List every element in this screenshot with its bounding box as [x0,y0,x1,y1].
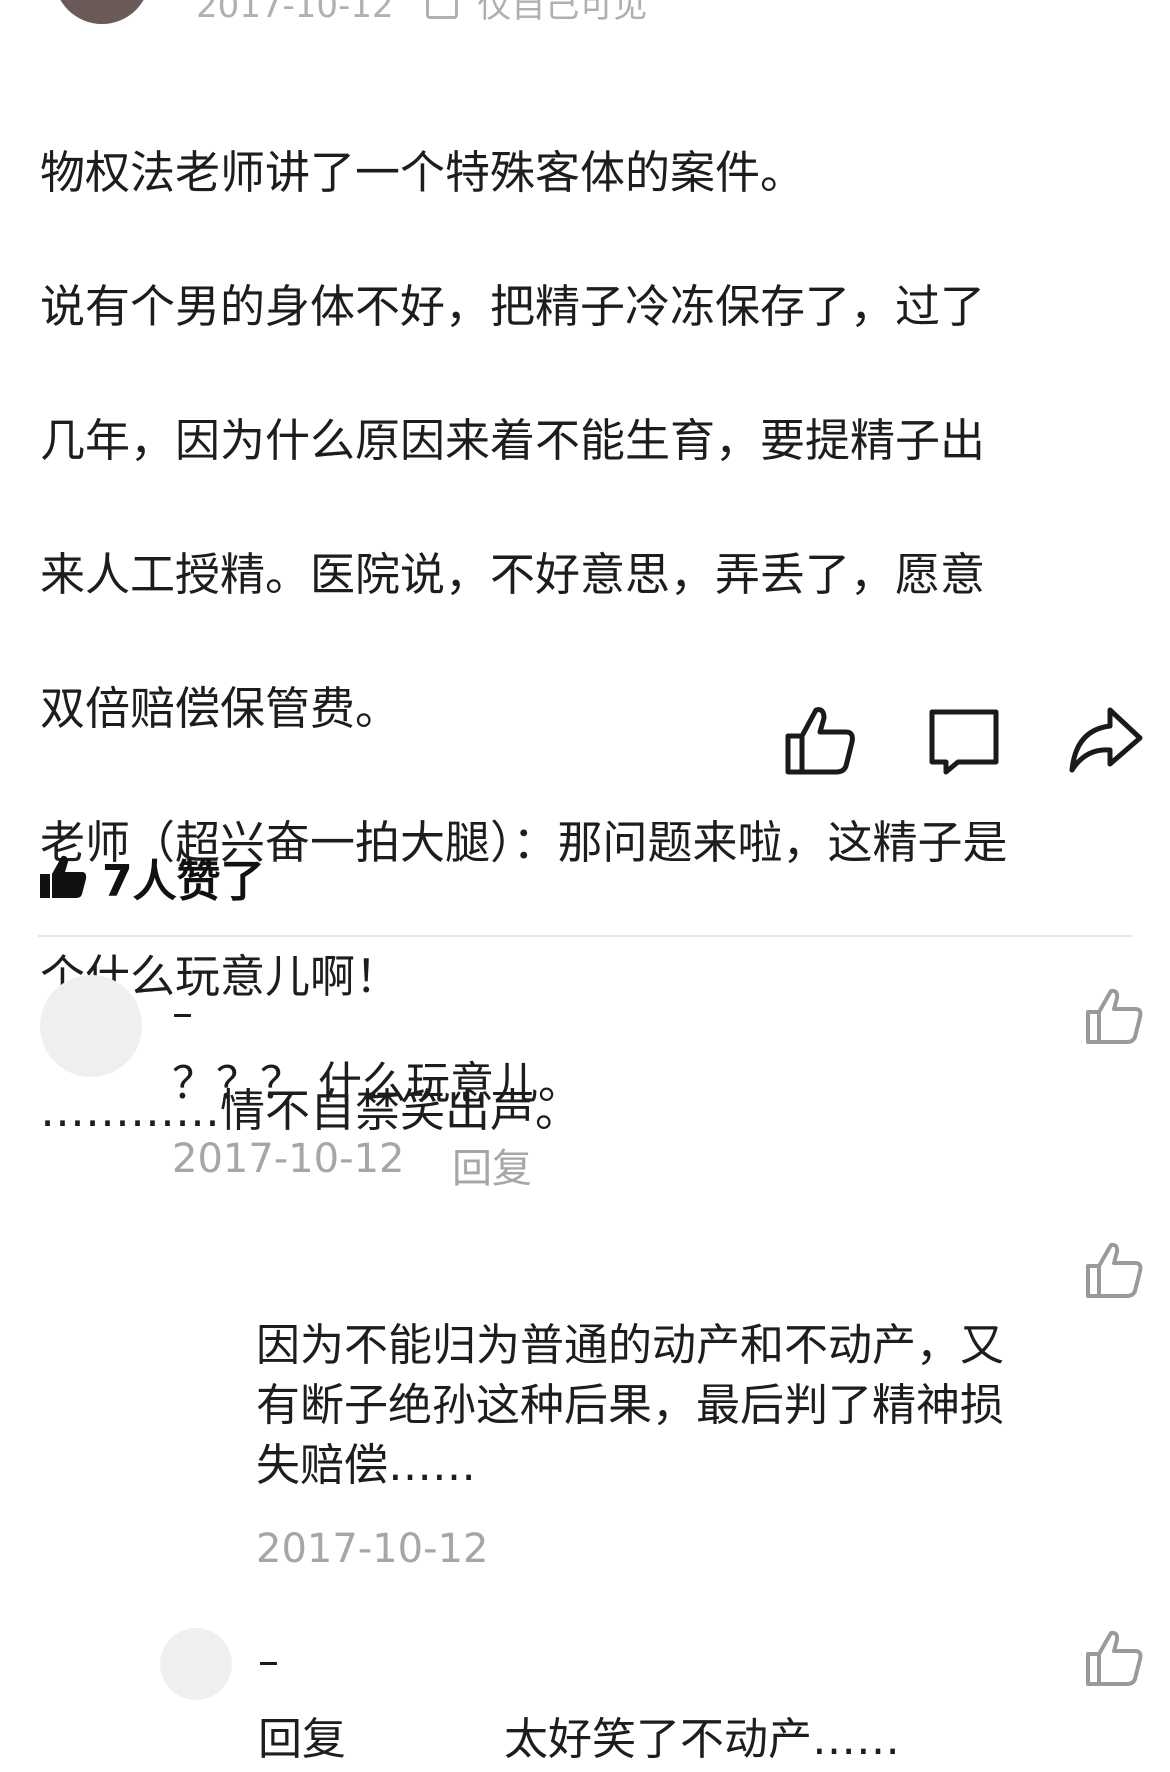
likes-count: 7人赞了 [102,856,265,907]
thumbs-up-filled-icon [38,852,88,902]
post-line: 几年，因为什么原因来着不能生育，要提精子出 [40,414,986,467]
comment-bubble-icon[interactable] [924,700,1004,780]
post-line: 说有个男的身体不好，把精子冷冻保存了，过了 [40,280,986,333]
comment-author-name[interactable]: – [258,1636,279,1685]
post-line: 来人工授精。医院说，不好意思，弄丢了，愿意 [40,548,986,601]
reply-button[interactable]: 回复 [452,1136,532,1194]
avatar[interactable] [160,1628,232,1700]
post-action-bar [780,700,1160,780]
reply-text: 因为不能归为普通的动产和不动产，又 有断子绝孙这种后果，最后判了精神损 失赔偿…… [256,1320,1004,1491]
post-line: 个什么玩意儿啊！ [40,950,401,1003]
comment-author-name[interactable]: – [172,988,193,1037]
reply-text: 回复 太好笑了不动产…… [258,1710,900,1770]
avatar[interactable] [40,975,142,1077]
post-visibility: 仅自己可见 [477,0,648,26]
divider [38,935,1133,937]
comment-date: 2017-10-12 [172,1136,405,1182]
comment-text: ？？？ 什么玩意儿。 [172,1058,582,1109]
like-comment-icon[interactable] [1082,1626,1146,1690]
thumbs-up-outline-icon[interactable] [780,700,860,780]
share-arrow-icon[interactable] [1066,700,1146,780]
reply-date: 2017-10-12 [256,1526,489,1572]
post-body: 物权法老师讲了一个特殊客体的案件。 说有个男的身体不好，把精子冷冻保存了，过了 … [40,72,1120,1211]
lock-icon [426,0,459,19]
reply-body: 太好笑了不动产…… [504,1714,900,1765]
like-comment-icon[interactable] [1082,984,1146,1048]
post-meta: 2017-10-12 仅自己可见 [196,0,647,27]
post-line: 物权法老师讲了一个特殊客体的案件。 [40,146,806,199]
reply-prefix[interactable]: 回复 [258,1714,346,1765]
likes-summary[interactable]: 7人赞了 [38,845,265,909]
post-author-avatar[interactable] [54,0,150,24]
post-date: 2017-10-12 [196,0,394,26]
like-comment-icon[interactable] [1082,1238,1146,1302]
